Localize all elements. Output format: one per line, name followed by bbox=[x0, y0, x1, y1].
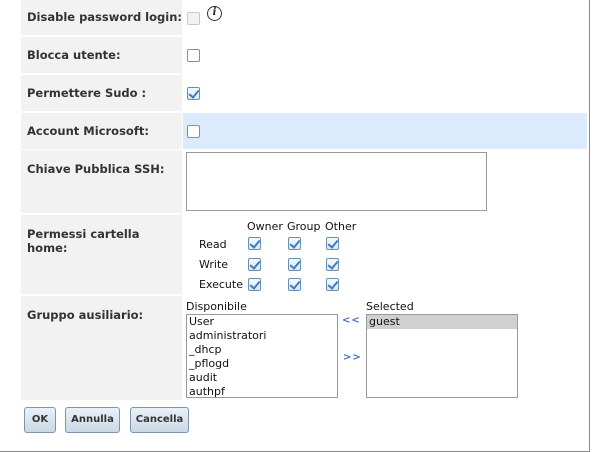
selected-groups-title: Selected bbox=[366, 300, 414, 313]
row-gruppo-ausiliario: Gruppo ausiliario: Disponibile User admi… bbox=[0, 296, 589, 401]
annulla-button[interactable]: Annulla bbox=[65, 407, 120, 433]
perm-execute-group-checkbox[interactable] bbox=[288, 278, 301, 291]
user-settings-form: Disable password login: i Blocca utente:… bbox=[0, 0, 590, 452]
label-gruppo-ausiliario: Gruppo ausiliario: bbox=[21, 296, 182, 400]
label-permessi: Permessi cartella home: bbox=[21, 215, 182, 294]
list-item[interactable]: User bbox=[187, 315, 337, 329]
move-left-button[interactable]: << bbox=[342, 315, 361, 326]
selected-groups-list[interactable]: guest bbox=[366, 314, 518, 398]
available-groups-title: Disponibile bbox=[186, 300, 247, 313]
list-item[interactable]: authpf bbox=[187, 385, 337, 397]
label-chiave-ssh: Chiave Pubblica SSH: bbox=[21, 150, 182, 213]
perm-write-other-checkbox[interactable] bbox=[326, 258, 339, 271]
list-item[interactable]: audit bbox=[187, 371, 337, 385]
perm-write-group-checkbox[interactable] bbox=[288, 258, 301, 271]
label-blocca-utente: Blocca utente: bbox=[21, 37, 182, 73]
info-icon[interactable]: i bbox=[207, 6, 222, 21]
available-groups-list[interactable]: User administratori _dhcp _pflogd audit … bbox=[186, 314, 338, 398]
row-disable-password-login: Disable password login: i bbox=[0, 0, 589, 36]
list-item[interactable]: guest bbox=[367, 315, 517, 329]
list-item[interactable]: _dhcp bbox=[187, 343, 337, 357]
cancella-button[interactable]: Cancella bbox=[130, 407, 189, 433]
perm-read-other-checkbox[interactable] bbox=[326, 237, 339, 250]
ok-button[interactable]: OK bbox=[24, 407, 56, 433]
perm-execute-other-checkbox[interactable] bbox=[326, 278, 339, 291]
perm-row-read-label: Read bbox=[199, 238, 227, 251]
row-blocca-utente: Blocca utente: bbox=[0, 37, 589, 74]
label-permettere-sudo: Permettere Sudo : bbox=[21, 75, 182, 111]
row-chiave-ssh: Chiave Pubblica SSH: bbox=[0, 150, 589, 214]
perm-read-owner-checkbox[interactable] bbox=[248, 237, 261, 250]
row-highlight bbox=[183, 113, 587, 149]
perm-row-execute-label: Execute bbox=[199, 278, 243, 291]
account-microsoft-checkbox[interactable] bbox=[187, 125, 200, 138]
col-group: Group bbox=[287, 220, 321, 233]
label-disable-password-login: Disable password login: bbox=[21, 0, 182, 35]
perm-read-group-checkbox[interactable] bbox=[288, 237, 301, 250]
col-other: Other bbox=[325, 220, 357, 233]
ssh-key-textarea[interactable] bbox=[186, 152, 487, 211]
row-permettere-sudo: Permettere Sudo : bbox=[0, 75, 589, 112]
permettere-sudo-checkbox[interactable] bbox=[187, 87, 200, 100]
disable-password-login-checkbox[interactable] bbox=[187, 12, 200, 25]
list-item[interactable]: _pflogd bbox=[187, 357, 337, 371]
row-permessi: Permessi cartella home: Owner Group Othe… bbox=[0, 215, 589, 295]
label-account-microsoft: Account Microsoft: bbox=[21, 113, 182, 149]
move-right-button[interactable]: >> bbox=[343, 352, 362, 363]
row-account-microsoft: Account Microsoft: bbox=[0, 113, 589, 149]
list-item[interactable]: administratori bbox=[187, 329, 337, 343]
perm-row-write-label: Write bbox=[199, 258, 229, 271]
perm-execute-owner-checkbox[interactable] bbox=[248, 278, 261, 291]
col-owner: Owner bbox=[247, 220, 283, 233]
blocca-utente-checkbox[interactable] bbox=[187, 49, 200, 62]
perm-write-owner-checkbox[interactable] bbox=[248, 258, 261, 271]
